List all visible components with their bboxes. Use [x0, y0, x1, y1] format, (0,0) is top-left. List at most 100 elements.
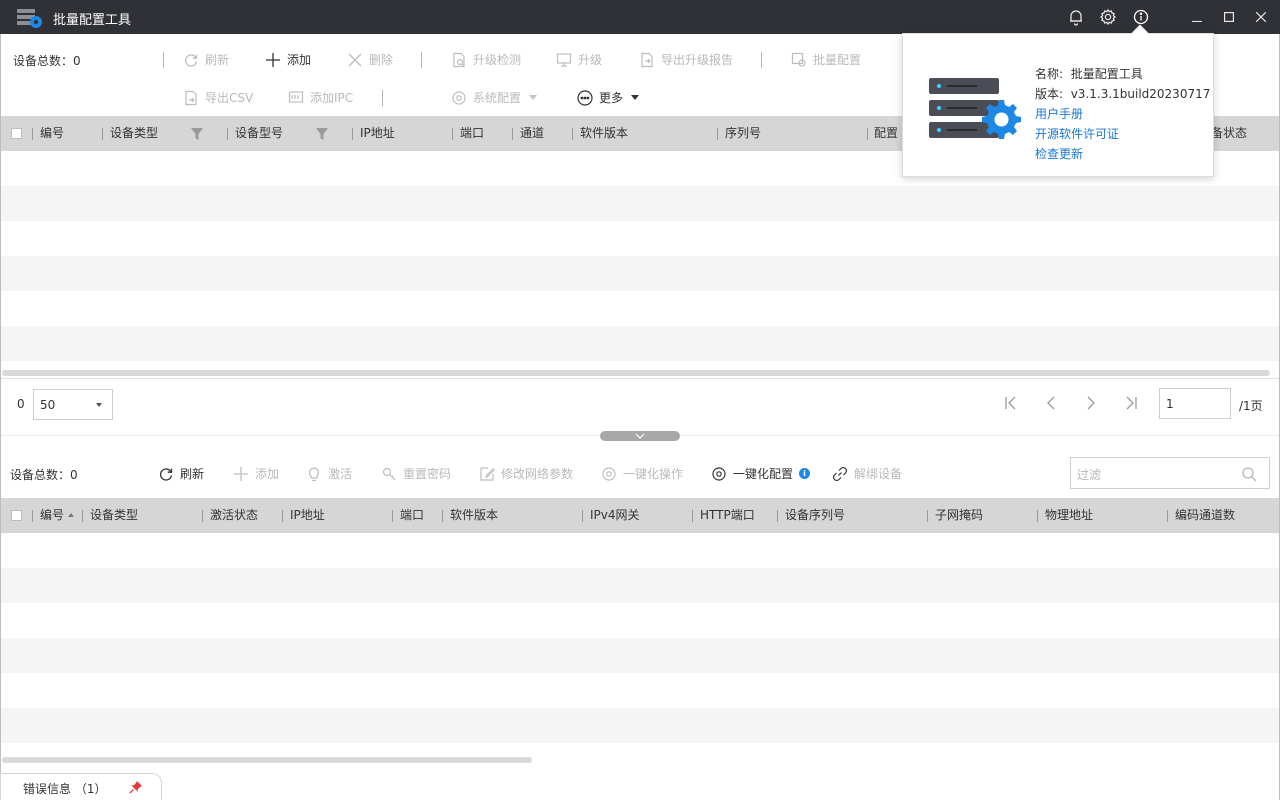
- page-size-select[interactable]: 50: [33, 389, 113, 420]
- online-add-label: 添加: [255, 467, 280, 481]
- batch-config-label: 批量配置: [813, 53, 862, 67]
- gear-icon: [451, 90, 467, 106]
- column-divider: [202, 510, 203, 522]
- horizontal-scrollbar[interactable]: [2, 370, 1270, 376]
- record-count: 0: [17, 397, 25, 411]
- column-header-software-version[interactable]: 软件版本: [580, 116, 628, 151]
- horizontal-scrollbar[interactable]: [2, 757, 532, 763]
- add-button[interactable]: 添加: [265, 51, 311, 68]
- add-ipc-button[interactable]: 添加IPC: [288, 89, 353, 106]
- column-divider: [32, 510, 33, 522]
- edit-network-label: 修改网络参数: [501, 467, 574, 481]
- column-header-ipv4-gateway[interactable]: IPv4网关: [590, 498, 640, 533]
- toolbar-divider: [382, 90, 383, 106]
- column-header-http-port[interactable]: HTTP端口: [700, 498, 755, 533]
- server-gear-icon: [929, 76, 1025, 152]
- column-header-encoding-channels[interactable]: 编码通道数: [1175, 498, 1235, 533]
- export-report-label: 导出升级报告: [661, 53, 734, 67]
- online-add-button[interactable]: 添加: [233, 465, 279, 482]
- table-row: [1, 638, 1279, 673]
- column-divider: [227, 128, 228, 140]
- close-window-button[interactable]: [1244, 0, 1278, 34]
- last-page-icon[interactable]: [1123, 395, 1139, 411]
- column-divider: [282, 510, 283, 522]
- settings-gear-icon[interactable]: [1098, 7, 1118, 27]
- column-header-status[interactable]: 备状态: [1211, 116, 1247, 151]
- plus-icon: [265, 52, 281, 68]
- info-icon[interactable]: i: [799, 468, 811, 479]
- app-title: 批量配置工具: [53, 13, 132, 28]
- column-header-ip[interactable]: IP地址: [290, 498, 325, 533]
- upgrade-check-button[interactable]: 升级检测: [451, 51, 521, 68]
- more-button[interactable]: 更多: [577, 89, 640, 106]
- unbind-device-button[interactable]: 解绑设备: [832, 465, 902, 482]
- column-header-device-type[interactable]: 设备类型: [90, 498, 138, 533]
- column-header-activation-status[interactable]: 激活状态: [210, 498, 258, 533]
- app-logo-icon: [17, 7, 43, 29]
- one-click-config-button[interactable]: 一键化配置 i: [711, 465, 811, 482]
- upgrade-button[interactable]: 升级: [556, 51, 602, 68]
- filter-input[interactable]: 过滤: [1070, 457, 1270, 489]
- unlink-icon: [832, 466, 848, 482]
- reset-password-button[interactable]: 重置密码: [381, 465, 451, 482]
- column-divider: [32, 128, 33, 140]
- about-info: 名称: 批量配置工具 版本: v3.1.3.1build20230717 用户手…: [1035, 64, 1210, 164]
- key-icon: [381, 466, 397, 482]
- pin-icon[interactable]: [128, 779, 144, 795]
- batch-config-button[interactable]: 批量配置: [791, 51, 861, 68]
- column-header-channel[interactable]: 通道: [520, 116, 544, 151]
- select-all-checkbox[interactable]: [11, 510, 22, 521]
- filter-icon[interactable]: [315, 127, 329, 141]
- online-refresh-button[interactable]: 刷新: [158, 465, 204, 482]
- version-label: 版本:: [1035, 87, 1064, 101]
- export-report-button[interactable]: 导出升级报告: [639, 51, 733, 68]
- edit-network-button[interactable]: 修改网络参数: [479, 465, 573, 482]
- column-header-mac-address[interactable]: 物理地址: [1045, 498, 1093, 533]
- online-refresh-label: 刷新: [180, 467, 205, 481]
- column-header-port[interactable]: 端口: [400, 498, 424, 533]
- column-header-subnet-mask[interactable]: 子网掩码: [935, 498, 983, 533]
- column-header-device-model[interactable]: 设备型号: [235, 116, 283, 151]
- error-info-label: 错误信息 （1）: [23, 782, 107, 796]
- bell-icon[interactable]: [1066, 7, 1086, 27]
- reset-password-label: 重置密码: [403, 467, 452, 481]
- add-ipc-label: 添加IPC: [310, 91, 354, 105]
- system-config-button[interactable]: 系统配置: [451, 89, 538, 106]
- first-page-icon[interactable]: [1003, 395, 1019, 411]
- next-page-icon[interactable]: [1083, 395, 1099, 411]
- search-icon[interactable]: [1241, 466, 1257, 482]
- pane-splitter-handle[interactable]: [600, 431, 680, 441]
- check-update-link[interactable]: 检查更新: [1035, 144, 1210, 164]
- select-all-checkbox[interactable]: [11, 128, 22, 139]
- column-header-number[interactable]: 编号: [40, 498, 64, 533]
- column-header-serial[interactable]: 序列号: [725, 116, 761, 151]
- about-info-icon[interactable]: [1131, 7, 1151, 27]
- column-divider: [102, 128, 103, 140]
- column-header-software-version[interactable]: 软件版本: [450, 498, 498, 533]
- open-source-license-link[interactable]: 开源软件许可证: [1035, 124, 1210, 144]
- page-number-input[interactable]: 1: [1159, 388, 1231, 419]
- user-manual-link[interactable]: 用户手册: [1035, 104, 1210, 124]
- column-header-device-type[interactable]: 设备类型: [110, 116, 158, 151]
- export-csv-button[interactable]: 导出CSV: [183, 89, 253, 106]
- column-header-config[interactable]: 配置: [874, 116, 898, 151]
- column-header-port[interactable]: 端口: [460, 116, 484, 151]
- column-divider: [82, 510, 83, 522]
- refresh-label: 刷新: [205, 53, 230, 67]
- column-header-number[interactable]: 编号: [40, 116, 64, 151]
- device-total-label: 设备总数：0: [13, 54, 81, 68]
- delete-button[interactable]: 删除: [347, 51, 393, 68]
- about-popup: 名称: 批量配置工具 版本: v3.1.3.1build20230717 用户手…: [902, 24, 1214, 177]
- column-header-ip[interactable]: IP地址: [360, 116, 395, 151]
- about-name-row: 名称: 批量配置工具: [1035, 64, 1210, 84]
- maximize-button[interactable]: [1212, 0, 1246, 34]
- filter-icon[interactable]: [190, 127, 204, 141]
- previous-page-icon[interactable]: [1043, 395, 1059, 411]
- one-click-operation-button[interactable]: 一键化操作: [601, 465, 683, 482]
- close-icon: [347, 52, 363, 68]
- refresh-button[interactable]: 刷新: [183, 51, 229, 68]
- activate-button[interactable]: 激活: [306, 465, 352, 482]
- column-header-device-serial[interactable]: 设备序列号: [785, 498, 845, 533]
- error-info-tab[interactable]: 错误信息 （1）: [0, 773, 162, 800]
- minimize-button[interactable]: [1180, 0, 1214, 34]
